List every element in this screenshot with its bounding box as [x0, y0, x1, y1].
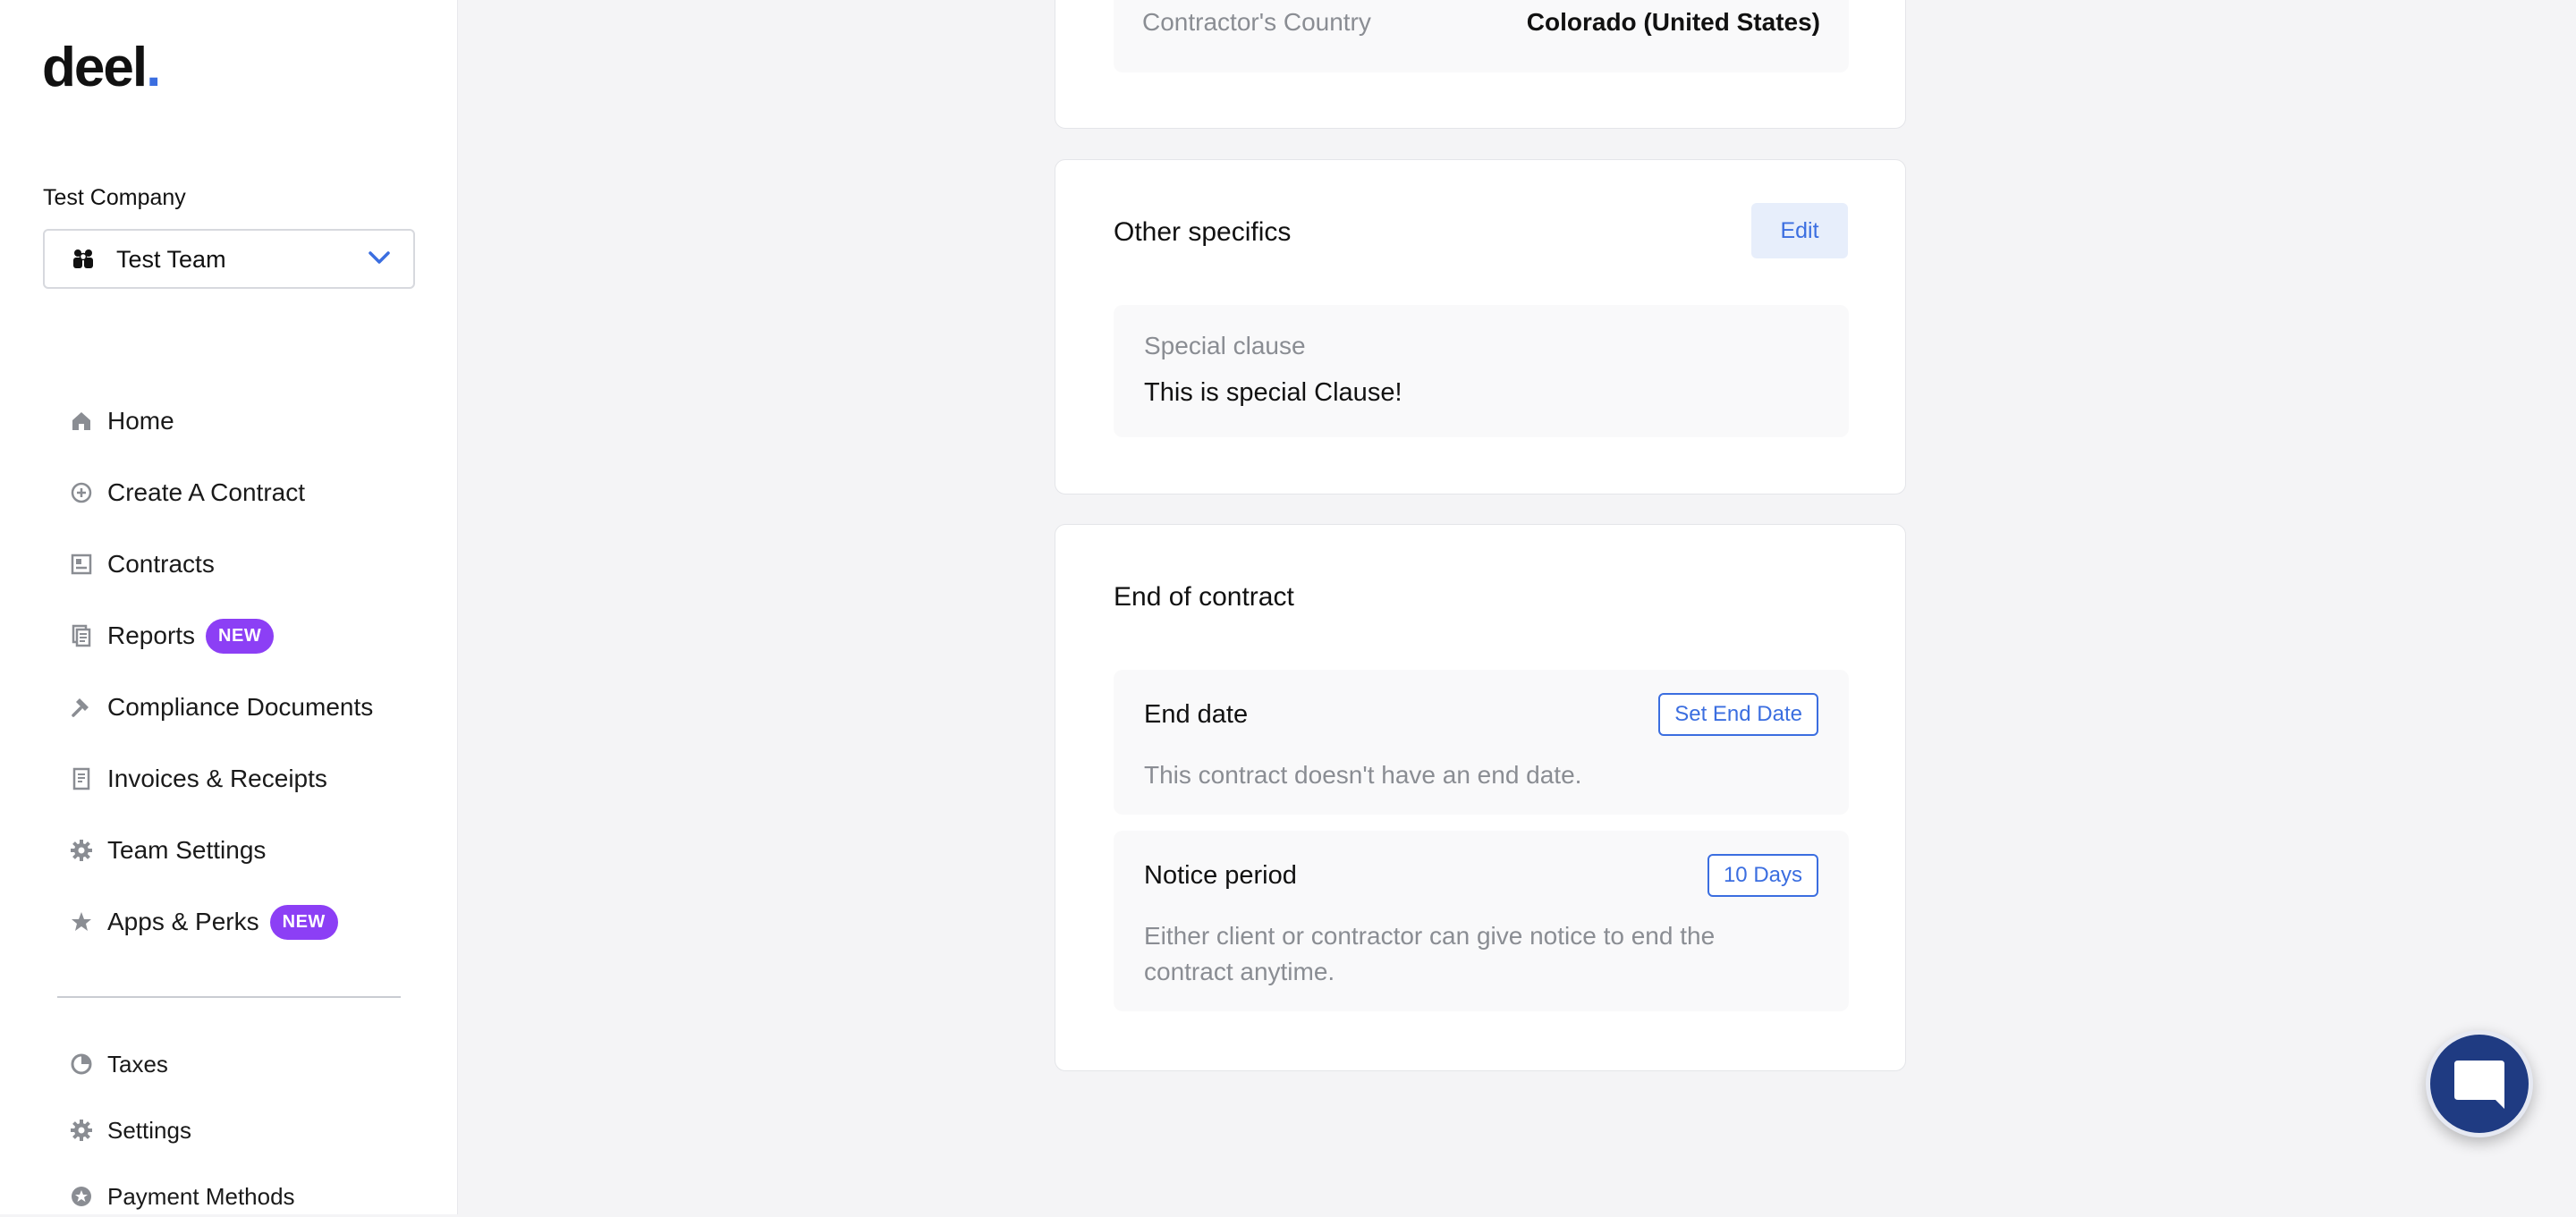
end-of-contract-card: End of contract End date Set End Date Th… [1055, 524, 1906, 1071]
chat-icon [2454, 1061, 2504, 1109]
sidebar-item-label: Create A Contract [107, 478, 306, 506]
sidebar-divider [57, 996, 401, 998]
sidebar-item-compliance-documents[interactable]: Compliance Documents [70, 687, 373, 728]
sidebar-item-label: Home [107, 407, 174, 435]
contracts-icon [70, 553, 93, 576]
end-date-description: This contract doesn't have an end date. [1144, 761, 1582, 789]
notice-period-box: Notice period 10 Days Either client or c… [1114, 831, 1849, 1011]
sidebar-item-taxes[interactable]: Taxes [70, 1044, 168, 1085]
chevron-down-icon [369, 251, 390, 264]
sidebar-item-label: Reports [107, 621, 196, 649]
plus-circle-icon [70, 481, 93, 504]
sidebar-item-label: Team Settings [107, 836, 267, 864]
sidebar-item-label: Contracts [107, 550, 215, 578]
special-clause-label: Special clause [1144, 332, 1306, 359]
sidebar-item-label: Invoices & Receipts [107, 765, 327, 792]
hammer-icon [70, 696, 93, 719]
pie-chart-icon [70, 1052, 93, 1076]
team-select[interactable]: Test Team [43, 229, 415, 289]
team-icon [73, 249, 93, 268]
sidebar-item-label: Settings [107, 1116, 191, 1144]
star-icon [70, 910, 93, 934]
sidebar-item-create-contract[interactable]: Create A Contract [70, 472, 305, 513]
country-label: Contractor's Country [1142, 8, 1371, 36]
notice-period-description-line2: contract anytime. [1144, 958, 1335, 985]
new-badge: NEW [206, 618, 275, 654]
sidebar-item-label: Apps & Perks [107, 908, 259, 935]
sidebar-item-label: Compliance Documents [107, 693, 374, 721]
other-specifics-card: Other specifics Edit Special clause This… [1055, 159, 1906, 494]
sidebar-item-reports[interactable]: Reports NEW [70, 615, 275, 656]
country-value: Colorado (United States) [1526, 8, 1820, 36]
sidebar-item-apps-perks[interactable]: Apps & Perks NEW [70, 901, 338, 942]
country-row: Contractor's Country Colorado (United St… [1114, 0, 1849, 72]
company-label: Test Company [43, 185, 186, 210]
home-icon [70, 410, 93, 433]
gear-icon [70, 1119, 93, 1142]
receipt-icon [70, 767, 93, 790]
new-badge: NEW [269, 904, 338, 940]
notice-period-label: Notice period [1144, 861, 1297, 890]
sidebar-item-home[interactable]: Home [70, 401, 174, 442]
notice-period-button[interactable]: 10 Days [1707, 854, 1818, 897]
team-select-value: Test Team [116, 246, 226, 273]
sidebar: deel. Test Company Test Team Home Create… [0, 0, 458, 1214]
sidebar-item-settings[interactable]: Settings [70, 1110, 191, 1151]
gear-icon [70, 839, 93, 862]
contractor-details-card: Contractor's Country Colorado (United St… [1055, 0, 1906, 129]
reports-icon [70, 624, 93, 647]
end-of-contract-title: End of contract [1114, 582, 1294, 612]
sidebar-item-contracts[interactable]: Contracts [70, 544, 215, 585]
edit-button[interactable]: Edit [1751, 203, 1848, 258]
end-date-label: End date [1144, 700, 1249, 729]
sidebar-item-payment-methods[interactable]: Payment Methods [70, 1176, 295, 1217]
sidebar-item-label: Taxes [107, 1050, 168, 1078]
other-specifics-title: Other specifics [1114, 217, 1292, 247]
end-date-box: End date Set End Date This contract does… [1114, 670, 1849, 815]
payment-icon [70, 1185, 93, 1208]
deel-logo[interactable]: deel. [42, 36, 161, 99]
sidebar-item-label: Payment Methods [107, 1182, 295, 1210]
special-clause-value: This is special Clause! [1144, 378, 1402, 407]
set-end-date-button[interactable]: Set End Date [1658, 693, 1818, 736]
chat-button[interactable] [2426, 1030, 2533, 1137]
notice-period-description-line1: Either client or contractor can give not… [1144, 922, 1716, 950]
sidebar-item-invoices-receipts[interactable]: Invoices & Receipts [70, 758, 327, 799]
special-clause-box: Special clause This is special Clause! [1114, 305, 1849, 437]
sidebar-item-team-settings[interactable]: Team Settings [70, 830, 266, 871]
